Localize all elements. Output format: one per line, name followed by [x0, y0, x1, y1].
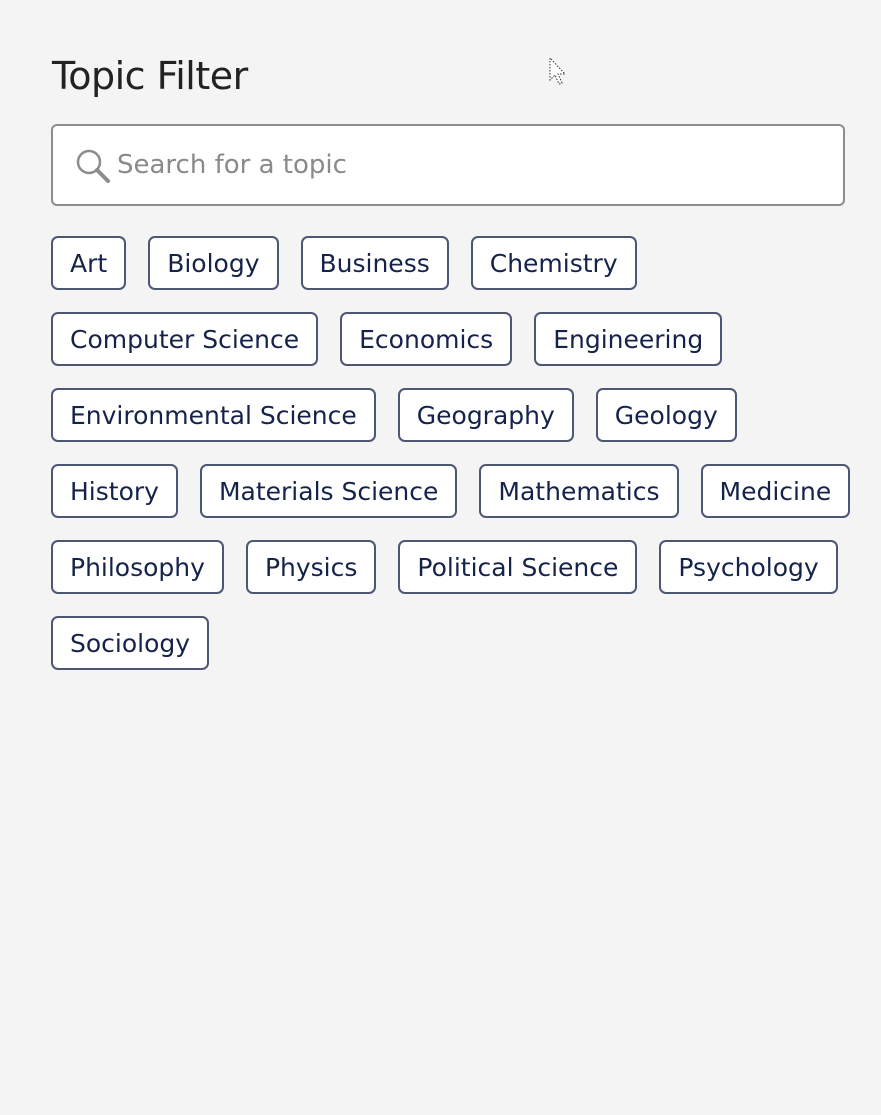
search-icon — [76, 149, 110, 183]
page-title: Topic Filter — [52, 54, 248, 98]
topic-tag-biology[interactable]: Biology — [148, 236, 279, 290]
topic-tag-list: Art Biology Business Chemistry Computer Scie… — [51, 236, 851, 670]
topic-tag-engineering[interactable]: Engineering — [534, 312, 723, 366]
search-box[interactable] — [51, 124, 845, 206]
topic-tag-history[interactable]: History — [51, 464, 178, 518]
topic-tag-materials-science[interactable]: Materials Science — [199, 464, 458, 518]
topic-tag-political-science[interactable]: Political Science — [398, 540, 638, 594]
topic-tag-computer-science[interactable]: Computer Science — [51, 312, 319, 366]
topic-tag-physics[interactable]: Physics — [245, 540, 377, 594]
topic-tag-business[interactable]: Business — [300, 236, 449, 290]
topic-tag-mathematics[interactable]: Mathematics — [479, 464, 679, 518]
topic-tag-philosophy[interactable]: Philosophy — [51, 540, 224, 594]
topic-tag-sociology[interactable]: Sociology — [51, 616, 210, 670]
topic-tag-economics[interactable]: Economics — [340, 312, 513, 366]
topic-tag-psychology[interactable]: Psychology — [659, 540, 838, 594]
search-input[interactable] — [117, 126, 817, 204]
topic-tag-environmental-science[interactable]: Environmental Science — [51, 388, 376, 442]
topic-tag-chemistry[interactable]: Chemistry — [470, 236, 637, 290]
topic-tag-geology[interactable]: Geology — [595, 388, 737, 442]
topic-tag-medicine[interactable]: Medicine — [700, 464, 851, 518]
topic-tag-geography[interactable]: Geography — [397, 388, 574, 442]
mouse-cursor-icon — [549, 56, 567, 85]
topic-tag-art[interactable]: Art — [51, 236, 127, 290]
